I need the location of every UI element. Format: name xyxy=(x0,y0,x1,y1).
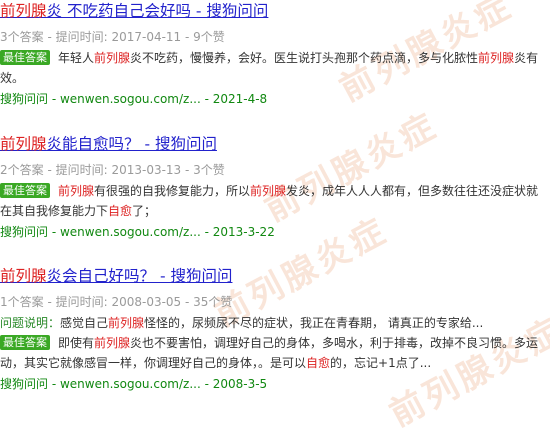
title-highlight: 前列腺 xyxy=(0,267,47,285)
title-text: 炎会自己好吗？ - 搜狗问问 xyxy=(46,267,233,285)
question-text: 感觉自己 xyxy=(60,316,109,330)
result-meta: 3个答案 - 提问时间: 2017-04-11 - 9个赞 xyxy=(0,30,225,44)
answer-highlight: 前列腺 xyxy=(58,184,95,198)
result-meta: 1个答案 - 提问时间: 2008-03-05 - 35个赞 xyxy=(0,295,233,309)
best-answer-badge: 最佳答案 xyxy=(0,335,50,350)
result-source-link[interactable]: 搜狗问问 - wenwen.sogou.com/z... - 2008-3-5 xyxy=(0,377,267,391)
best-answer: 最佳答案 年轻人前列腺炎不吃药，慢慢养，会好。医生说打头孢那个药点滴，多与化脓性前… xyxy=(0,48,548,88)
result-source-link[interactable]: 搜狗问问 - wenwen.sogou.com/z... - 2013-3-22 xyxy=(0,225,275,239)
answer-text: 炎不吃药，慢慢养，会好。医生说打头孢那个药点滴，多与化脓性 xyxy=(130,51,479,65)
best-answer: 最佳答案 前列腺有很强的自我修复能力，所以前列腺发炎，成年人人人都有，但多数往往还… xyxy=(0,181,548,221)
question-highlight: 前列腺 xyxy=(108,316,145,330)
answer-highlight: 前列腺 xyxy=(250,184,287,198)
answer-text: 有很强的自我修复能力，所以 xyxy=(94,184,251,198)
best-answer: 最佳答案 即使有前列腺炎也不要害怕，调理好自己的身体，多喝水，利于排毒，改掉不良习… xyxy=(0,333,548,373)
search-result: 前列腺炎 不吃药自己会好吗 - 搜狗问问 3个答案 - 提问时间: 2017-0… xyxy=(0,1,550,108)
title-highlight: 前列腺 xyxy=(0,2,47,20)
answer-highlight: 前列腺 xyxy=(94,51,131,65)
answer-highlight: 前列腺 xyxy=(478,51,515,65)
result-title-link[interactable]: 前列腺炎能自愈吗？ - 搜狗问问 xyxy=(0,134,550,155)
answer-text: 的，忘记+1点了... xyxy=(330,356,432,370)
best-answer-badge: 最佳答案 xyxy=(0,50,50,65)
answer-text: 了； xyxy=(132,204,157,218)
answer-highlight: 自愈 xyxy=(108,204,133,218)
result-title-link[interactable]: 前列腺炎会自己好吗？ - 搜狗问问 xyxy=(0,266,550,287)
result-meta: 2个答案 - 提问时间: 2013-03-13 - 3个赞 xyxy=(0,163,225,177)
title-highlight: 前列腺 xyxy=(0,135,47,153)
answer-text: 即使有 xyxy=(58,336,95,350)
search-result: 前列腺炎能自愈吗？ - 搜狗问问 2个答案 - 提问时间: 2013-03-13… xyxy=(0,134,550,241)
title-text: 炎能自愈吗？ - 搜狗问问 xyxy=(46,135,217,153)
result-source-link[interactable]: 搜狗问问 - wenwen.sogou.com/z... - 2021-4-8 xyxy=(0,92,267,106)
question-text: 怪怪的，尿频尿不尽的症状，我正在青春期， 请真正的专家给... xyxy=(144,316,484,330)
answer-text: 年轻人 xyxy=(58,51,95,65)
search-result: 前列腺炎会自己好吗？ - 搜狗问问 1个答案 - 提问时间: 2008-03-0… xyxy=(0,266,550,393)
title-text: 炎 不吃药自己会好吗 - 搜狗问问 xyxy=(46,2,269,20)
result-title-link[interactable]: 前列腺炎 不吃药自己会好吗 - 搜狗问问 xyxy=(0,1,550,22)
question-description: 问题说明：感觉自己前列腺怪怪的，尿频尿不尽的症状，我正在青春期， 请真正的专家给… xyxy=(0,313,548,333)
answer-highlight: 前列腺 xyxy=(94,336,131,350)
best-answer-badge: 最佳答案 xyxy=(0,183,50,198)
answer-highlight: 自愈 xyxy=(306,356,331,370)
question-label: 问题说明： xyxy=(0,316,61,330)
